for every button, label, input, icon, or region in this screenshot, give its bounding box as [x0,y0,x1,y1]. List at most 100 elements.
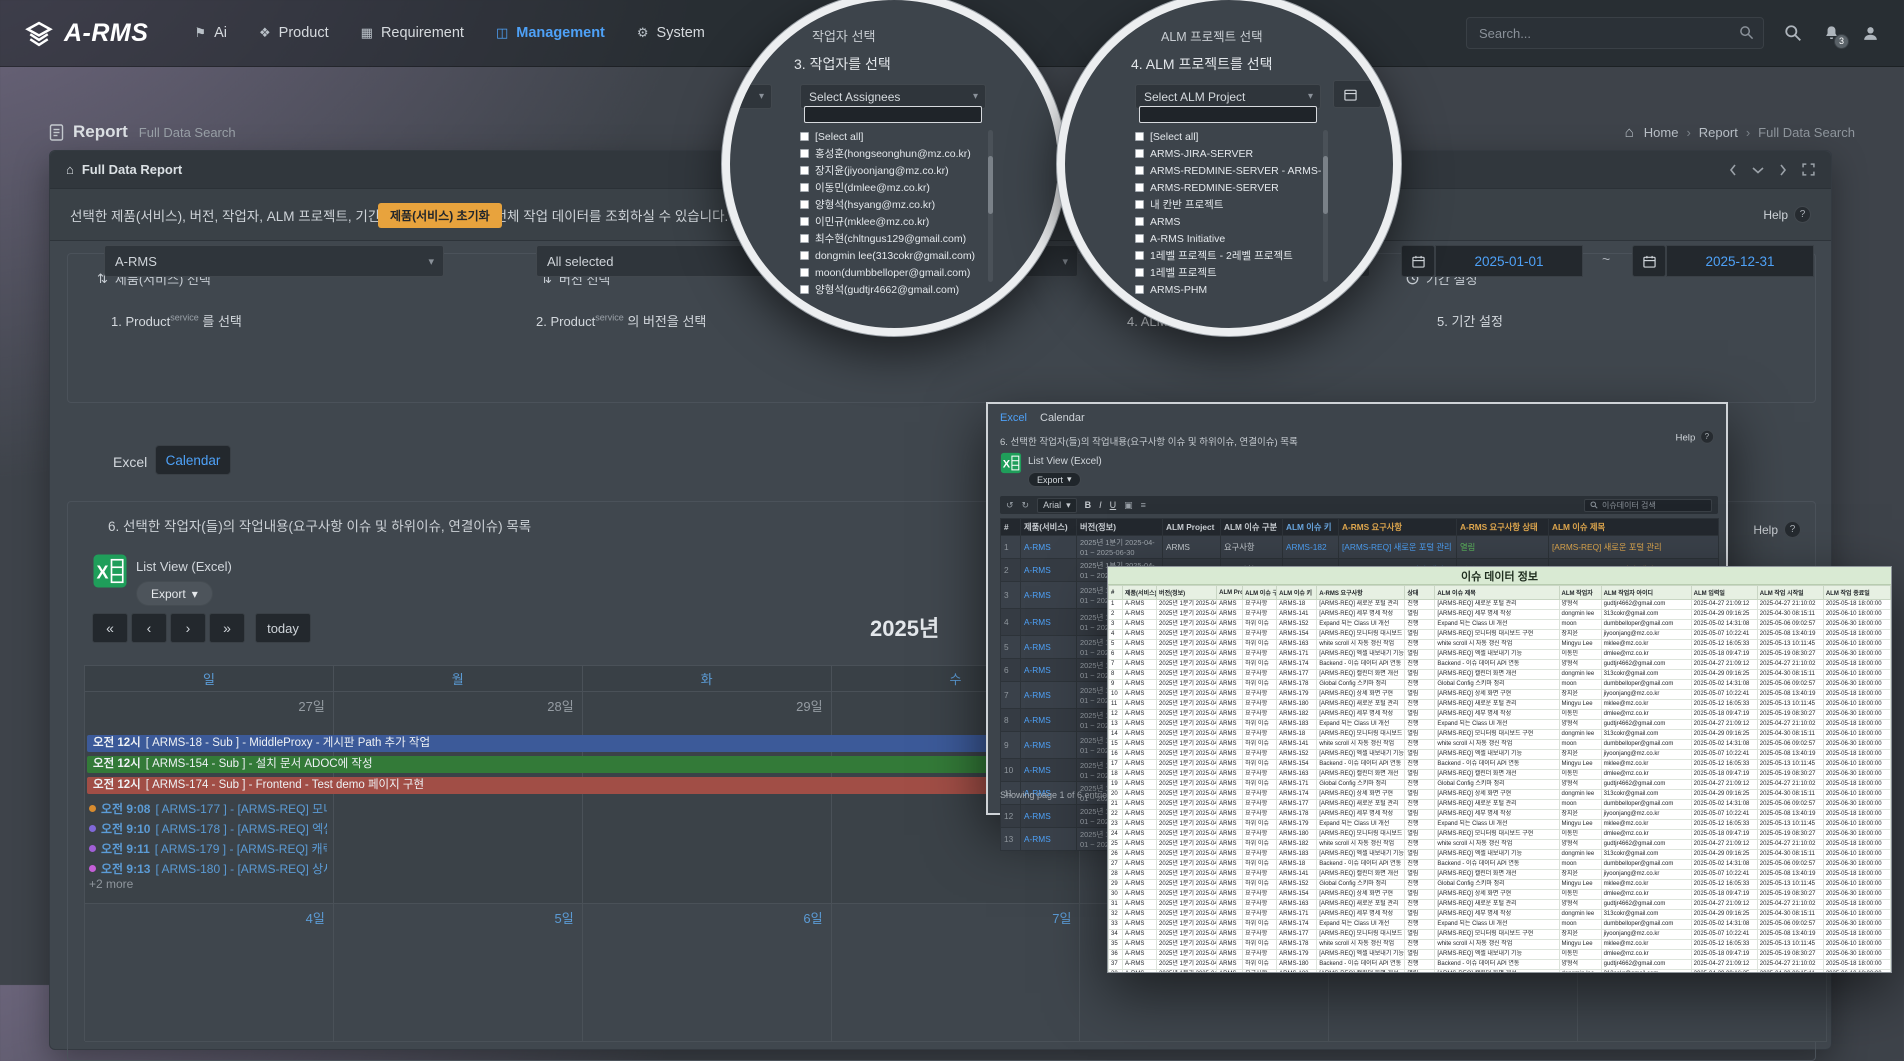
fill-color-icon[interactable]: ▣ [1124,500,1133,511]
sheet-row[interactable]: 33A-RMS2025년 1분기 2025-04-01 ~ 2025-06-30… [1109,920,1891,930]
sheet-row[interactable]: 5A-RMS2025년 1분기 2025-04-01 ~ 2025-06-30A… [1109,640,1891,650]
calendar-day-cell[interactable]: 4일 [85,904,334,1042]
undo-icon[interactable]: ↺ [1006,500,1014,511]
nav-item-ai[interactable]: ⚑Ai [194,25,227,41]
alm-filter-input[interactable] [1139,106,1317,123]
sheet-row[interactable]: 16A-RMS2025년 1분기 2025-04-01 ~ 2025-06-30… [1109,750,1891,760]
collapse-prev-icon[interactable] [1728,164,1738,176]
global-search-input[interactable] [1466,17,1764,49]
help-button[interactable]: Help ? [1763,206,1811,223]
italic-icon[interactable]: I [1099,500,1102,510]
sheet-row[interactable]: 23A-RMS2025년 1분기 2025-04-01 ~ 2025-06-30… [1109,820,1891,830]
sheet-row[interactable]: 10A-RMS2025년 1분기 2025-04-01 ~ 2025-06-30… [1109,690,1891,700]
calendar-event-item[interactable]: 오전 9:11[ ARMS-179 ] - [ARMS-REQ] 캐릭터 [89,838,327,858]
alm-option[interactable]: ARMS-PHM [1135,281,1321,298]
sheet-row[interactable]: 20A-RMS2025년 1분기 2025-04-01 ~ 2025-06-30… [1109,790,1891,800]
nav-item-system[interactable]: ⚙System [637,25,705,41]
alm-option[interactable]: [Select all] [1135,128,1321,145]
preview-help-button[interactable]: Help ? [1676,430,1714,444]
assignee-list-scrollbar[interactable] [988,130,993,282]
collapse-next-icon[interactable] [1778,164,1788,176]
assignee-option[interactable]: moon(dumbbelloper@gmail.com) [800,264,986,281]
tab-excel[interactable]: Excel [113,454,147,470]
date-to-field[interactable]: 2025-12-31 [1666,245,1814,277]
assignee-option[interactable]: 장지윤(jiyoonjang@mz.co.kr) [800,162,986,179]
sheet-row[interactable]: 28A-RMS2025년 1분기 2025-04-01 ~ 2025-06-30… [1109,870,1891,880]
collapse-down-icon[interactable] [1752,165,1764,175]
calendar-last-button[interactable]: » [209,613,245,643]
product-select[interactable]: A-RMS▾ [104,245,444,277]
sheet-row[interactable]: 24A-RMS2025년 1분기 2025-04-01 ~ 2025-06-30… [1109,830,1891,840]
sheet-row[interactable]: 18A-RMS2025년 1분기 2025-04-01 ~ 2025-06-30… [1109,770,1891,780]
sheet-row[interactable]: 27A-RMS2025년 1분기 2025-04-01 ~ 2025-06-30… [1109,860,1891,870]
sheet-row[interactable]: 11A-RMS2025년 1분기 2025-04-01 ~ 2025-06-30… [1109,700,1891,710]
calendar-event-bar[interactable]: 오전 12시[ ARMS-174 - Sub ] - Frontend - Te… [87,777,1117,794]
sheet-row[interactable]: 2A-RMS2025년 1분기 2025-04-01 ~ 2025-06-30A… [1109,610,1891,620]
sheet-row[interactable]: 4A-RMS2025년 1분기 2025-04-01 ~ 2025-06-30A… [1109,630,1891,640]
nav-item-product[interactable]: ❖Product [259,25,329,41]
sheet-row[interactable]: 13A-RMS2025년 1분기 2025-04-01 ~ 2025-06-30… [1109,720,1891,730]
sheet-row[interactable]: 29A-RMS2025년 1분기 2025-04-01 ~ 2025-06-30… [1109,880,1891,890]
version-select-fragment[interactable]: ▾ [722,84,772,109]
alm-option[interactable]: 내 칸반 프로젝트 [1135,196,1321,213]
issue-search-input[interactable]: 이슈데이터 검색 [1584,499,1712,512]
date-from-calendar-button[interactable] [1401,245,1435,277]
assignee-option[interactable]: 이민규(mklee@mz.co.kr) [800,213,986,230]
sheet-row[interactable]: 19A-RMS2025년 1분기 2025-04-01 ~ 2025-06-30… [1109,780,1891,790]
sheet-row[interactable]: 32A-RMS2025년 1분기 2025-04-01 ~ 2025-06-30… [1109,910,1891,920]
product-reset-button[interactable]: 제품(서비스) 초기화 [378,203,502,228]
alm-option[interactable]: ARMS-REDMINE-SERVER - ARMS-RE [1135,162,1321,179]
alm-list-scrollbar[interactable] [1323,130,1328,282]
calendar-day-cell[interactable]: 7일 [832,904,1081,1042]
calendar-event-item[interactable]: 오전 9:08[ ARMS-177 ] - [ARMS-REQ] 모니터링 [89,798,327,818]
bold-icon[interactable]: B [1085,500,1092,510]
sheet-row[interactable]: 15A-RMS2025년 1분기 2025-04-01 ~ 2025-06-30… [1109,740,1891,750]
calendar-button-fragment[interactable] [1333,80,1381,108]
sheet-row[interactable]: 22A-RMS2025년 1분기 2025-04-01 ~ 2025-06-30… [1109,810,1891,820]
sheet-row[interactable]: 9A-RMS2025년 1분기 2025-04-01 ~ 2025-06-30A… [1109,680,1891,690]
breadcrumb-item[interactable]: Report [1699,125,1738,140]
calendar-event-item[interactable]: 오전 9:10[ ARMS-178 ] - [ARMS-REQ] 엑셀 내보내기 [89,818,327,838]
export-button[interactable]: Export▾ [136,581,213,606]
calendar-first-button[interactable]: « [92,613,128,643]
calendar-more-link[interactable]: +2 more [89,877,133,891]
nav-item-management[interactable]: ◫Management [496,25,605,41]
sheet-row[interactable]: 38A-RMS2025년 1분기 2025-04-01 ~ 2025-06-30… [1109,970,1891,974]
preview-export-button[interactable]: Export▾ [1028,472,1081,487]
section-help-button[interactable]: Help ? [1753,521,1801,538]
preview-tab-excel[interactable]: Excel [1000,412,1027,424]
assignee-option[interactable]: 양형석(gudtjr4662@gmail.com) [800,281,986,298]
sheet-row[interactable]: 36A-RMS2025년 1분기 2025-04-01 ~ 2025-06-30… [1109,950,1891,960]
assignee-option[interactable]: 최수현(chltngus129@gmail.com) [800,230,986,247]
excel-table-row[interactable]: 1A-RMS2025년 1분기 2025-04-01 ~ 2025-06-30A… [1001,536,1719,559]
date-to-calendar-button[interactable] [1632,245,1666,277]
alm-option[interactable]: 1레벨 프로젝트 [1135,264,1321,281]
align-left-icon[interactable]: ≡ [1141,500,1146,510]
sheet-row[interactable]: 6A-RMS2025년 1분기 2025-04-01 ~ 2025-06-30A… [1109,650,1891,660]
assignee-option[interactable]: 양형석(hsyang@mz.co.kr) [800,196,986,213]
sheet-row[interactable]: 3A-RMS2025년 1분기 2025-04-01 ~ 2025-06-30A… [1109,620,1891,630]
tab-calendar[interactable]: Calendar [155,445,231,475]
alm-option[interactable]: ARMS-JIRA-SERVER [1135,145,1321,162]
assignee-option[interactable]: 홍성훈(hongseonghun@mz.co.kr) [800,145,986,162]
calendar-today-button[interactable]: today [255,613,311,643]
breadcrumb-item[interactable]: Home [1644,125,1679,140]
calendar-day-cell[interactable]: 5일 [334,904,583,1042]
expand-icon[interactable] [1802,163,1815,176]
underline-icon[interactable]: U [1110,500,1117,510]
calendar-event-item[interactable]: 오전 9:13[ ARMS-180 ] - [ARMS-REQ] 상세 화면 [89,858,327,878]
sheet-row[interactable]: 14A-RMS2025년 1분기 2025-04-01 ~ 2025-06-30… [1109,730,1891,740]
calendar-event-bar[interactable]: 오전 12시[ ARMS-154 - Sub ] - 설치 문서 ADOC에 작… [87,756,1117,773]
date-from-field[interactable]: 2025-01-01 [1435,245,1583,277]
assignee-option[interactable]: 이동민(dmlee@mz.co.kr) [800,179,986,196]
sheet-row[interactable]: 35A-RMS2025년 1분기 2025-04-01 ~ 2025-06-30… [1109,940,1891,950]
calendar-next-button[interactable]: › [170,613,206,643]
assignee-option[interactable]: [Select all] [800,128,986,145]
sheet-row[interactable]: 31A-RMS2025년 1분기 2025-04-01 ~ 2025-06-30… [1109,900,1891,910]
alm-option[interactable]: ARMS-REDMINE-SERVER [1135,179,1321,196]
alm-option[interactable]: A-RMS Initiative [1135,230,1321,247]
calendar-day-cell[interactable]: 29일 [583,692,832,904]
calendar-day-cell[interactable]: 28일 [334,692,583,904]
sheet-row[interactable]: 34A-RMS2025년 1분기 2025-04-01 ~ 2025-06-30… [1109,930,1891,940]
sheet-row[interactable]: 25A-RMS2025년 1분기 2025-04-01 ~ 2025-06-30… [1109,840,1891,850]
